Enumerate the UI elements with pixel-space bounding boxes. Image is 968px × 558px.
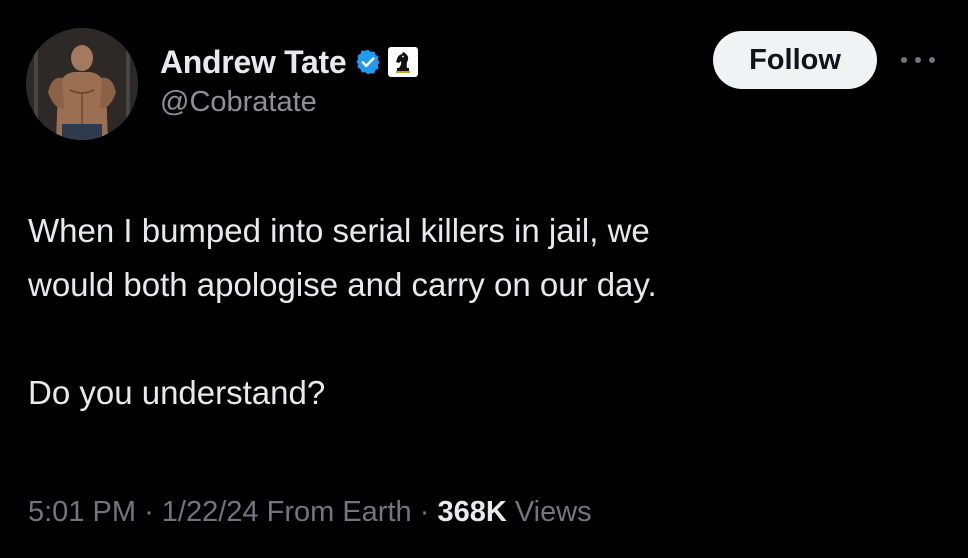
tweet-time[interactable]: 5:01 PM [28, 496, 136, 528]
more-icon [901, 57, 935, 63]
tweet-text: When I bumped into serial killers in jai… [28, 204, 948, 420]
meta-separator: · [419, 496, 430, 528]
verified-icon[interactable] [354, 48, 382, 76]
avatar[interactable] [26, 28, 138, 140]
tweet-date[interactable]: 1/22/24 [162, 496, 259, 528]
tweet-line-3: Do you understand? [28, 374, 326, 411]
avatar-photo [26, 28, 138, 140]
chess-knight-icon [396, 52, 411, 73]
tweet-card: Andrew Tate @Cobratate Follow When I bum… [0, 0, 968, 558]
user-name-row: Andrew Tate [160, 40, 419, 84]
tweet-line-2: would both apologise and carry on our da… [28, 266, 657, 303]
affiliate-badge[interactable] [388, 47, 419, 77]
follow-button[interactable]: Follow [713, 31, 877, 89]
views-label: Views [514, 496, 592, 528]
more-options-button[interactable] [896, 46, 940, 74]
tweet-meta: 5:01 PM · 1/22/24 From Earth · 368K View… [28, 496, 592, 529]
views-count: 368K [437, 496, 507, 528]
meta-separator: · [144, 496, 154, 528]
user-handle[interactable]: @Cobratate [160, 86, 317, 119]
tweet-location: From Earth [266, 496, 412, 528]
tweet-line-1: When I bumped into serial killers in jai… [28, 212, 650, 249]
display-name[interactable]: Andrew Tate [160, 44, 347, 81]
